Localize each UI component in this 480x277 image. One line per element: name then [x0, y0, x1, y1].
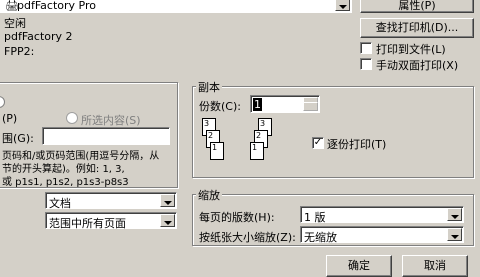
pages-label: 围(G):: [2, 132, 34, 145]
collate-checkbox[interactable]: ✓: [312, 137, 324, 149]
print-what-dropdown[interactable]: 文档: [45, 192, 177, 210]
radio-selection[interactable]: [66, 112, 78, 124]
manual-duplex-label: 手动双面打印(X): [376, 59, 459, 72]
copies-count-label: 份数(C):: [199, 100, 241, 113]
chevron-down-icon[interactable]: [160, 194, 175, 207]
chevron-down-icon[interactable]: [447, 208, 462, 221]
pages-per-sheet-label: 每页的版数(H):: [199, 211, 275, 224]
page-range-hint-3: 或 p1s1, p1s2, p1s3-p8s3: [2, 177, 129, 188]
printer-status-value: 空闲: [4, 17, 26, 30]
scale-dropdown[interactable]: 无缩放: [300, 226, 464, 244]
radio-selection-label: 所选内容(S): [81, 114, 141, 127]
printer-location-value: FPP2:: [4, 45, 35, 58]
zoom-title: 缩放: [196, 187, 222, 203]
print-to-file-checkbox[interactable]: [360, 42, 372, 54]
print-what-value: 文档: [49, 197, 71, 210]
chevron-down-icon[interactable]: [335, 0, 350, 11]
find-printer-button[interactable]: 查找打印机(D)...: [360, 18, 474, 38]
cancel-button[interactable]: 取消: [402, 255, 468, 277]
printer-name-value: pdfFactory Pro: [17, 0, 96, 12]
properties-button[interactable]: 属性(P): [360, 0, 474, 13]
collate-illustration: 3 2 1 3 2 1: [202, 118, 282, 164]
printer-name-dropdown[interactable]: 🖨 pdfFactory Pro: [0, 0, 352, 13]
page-icon-1b: 1: [250, 142, 264, 160]
copies-count-input[interactable]: 1: [250, 95, 320, 113]
spinner-down-icon[interactable]: [303, 102, 318, 111]
manual-duplex-checkbox[interactable]: [360, 58, 372, 70]
print-dialog: 🖨 pdfFactory Pro 属性(P) 空闲 pdfFactory 2 F…: [0, 0, 480, 277]
copies-title: 副本: [196, 79, 222, 95]
page-icon-1a: 1: [210, 142, 224, 160]
print-to-file-label: 打印到文件(L): [376, 43, 446, 56]
scale-label: 按纸张大小缩放(Z):: [199, 231, 296, 244]
ok-button[interactable]: 确定: [326, 255, 392, 277]
chevron-down-icon[interactable]: [160, 214, 175, 227]
collate-label: 逐份打印(T): [327, 138, 387, 151]
pages-per-sheet-dropdown[interactable]: 1 版: [300, 206, 464, 224]
pages-input[interactable]: [42, 127, 170, 145]
radio-current-label: (P): [2, 112, 18, 125]
chevron-down-icon[interactable]: [447, 228, 462, 241]
print-pages-dropdown[interactable]: 范围中所有页面: [45, 212, 177, 230]
pages-per-sheet-value: 1 版: [304, 211, 326, 224]
printer-type-value: pdfFactory 2: [4, 30, 73, 43]
copies-count-value: 1: [253, 98, 262, 111]
print-pages-value: 范围中所有页面: [49, 217, 126, 230]
scale-value: 无缩放: [304, 231, 337, 244]
